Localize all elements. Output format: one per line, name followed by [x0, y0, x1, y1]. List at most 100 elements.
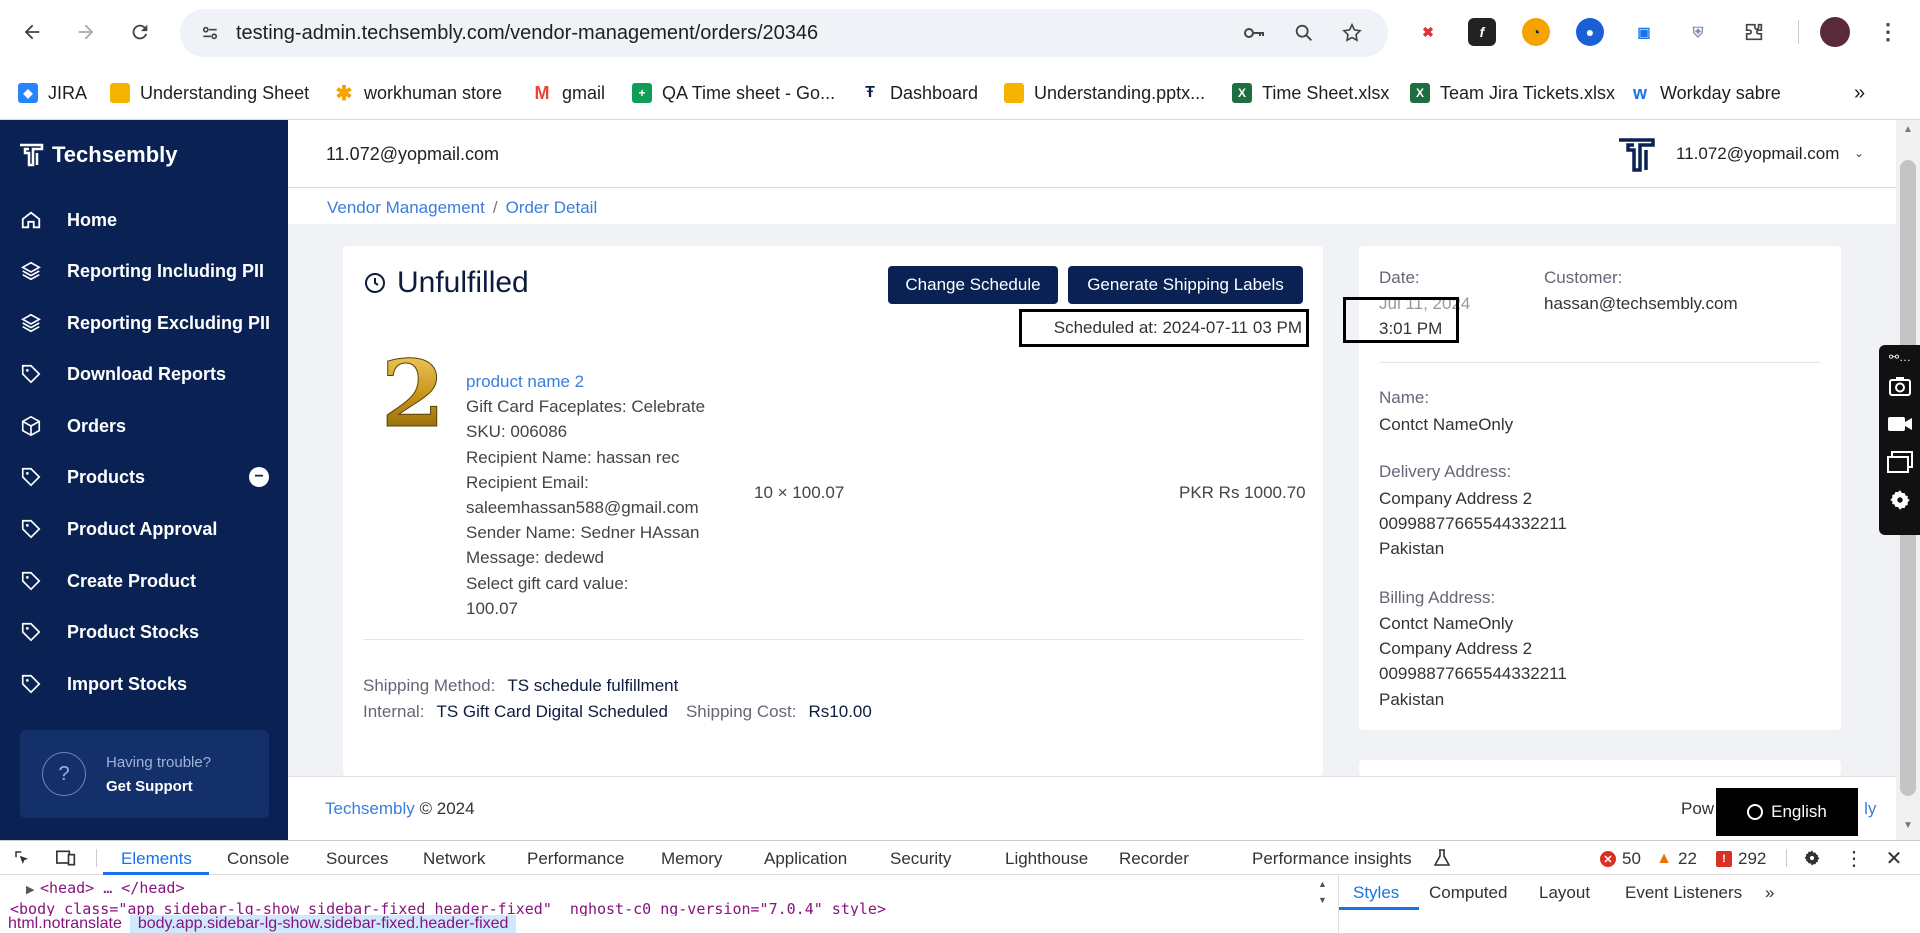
sidebar-item-reporting-including-pii[interactable]: Reporting Including PII — [0, 246, 288, 296]
devtools-menu-icon[interactable]: ⋮ — [1844, 848, 1864, 870]
back-icon[interactable] — [18, 18, 46, 46]
bookmark-star-icon[interactable] — [1340, 21, 1364, 45]
bookmark-dashboard[interactable]: Ŧ Dashboard — [860, 80, 978, 106]
chevron-down-icon[interactable]: ⌄ — [1854, 146, 1864, 160]
globe-icon — [1747, 804, 1764, 820]
error-count[interactable]: ✕ 50 — [1600, 849, 1641, 869]
tab-network[interactable]: Network — [423, 849, 485, 869]
scroll-up-icon[interactable]: ▲ — [1903, 124, 1913, 135]
extension-record-icon[interactable]: ▣ — [1630, 18, 1658, 46]
address-bar[interactable]: testing-admin.techsembly.com/vendor-mana… — [180, 9, 1388, 57]
more-tabs-icon[interactable]: » — [1765, 883, 1774, 903]
tab-memory[interactable]: Memory — [661, 849, 722, 869]
sidebar-item-orders[interactable]: Orders — [0, 401, 288, 451]
brand-logo[interactable]: Techsembly — [18, 142, 178, 168]
support-box[interactable]: ? Having trouble? Get Support — [20, 730, 269, 818]
site-settings-icon[interactable] — [198, 21, 222, 45]
sidebar-item-product-stocks[interactable]: Product Stocks — [0, 607, 288, 657]
dom-head-node[interactable]: <head> … </head> — [40, 879, 185, 897]
extension-fx-icon[interactable]: f — [1468, 18, 1496, 46]
jira-icon: ◆ — [18, 83, 38, 103]
camera-icon[interactable] — [1887, 373, 1913, 399]
sidebar-item-download-reports[interactable]: Download Reports — [0, 349, 288, 399]
tab-recorder[interactable]: Recorder — [1119, 849, 1189, 869]
tab-performance-insights[interactable]: Performance insights — [1252, 849, 1412, 869]
tab-application[interactable]: Application — [764, 849, 847, 869]
zoom-icon[interactable] — [1292, 21, 1316, 45]
inspect-element-icon[interactable] — [12, 848, 32, 868]
scroll-down-icon[interactable]: ▼ — [1903, 820, 1913, 831]
dom-body-node[interactable]: <body class="app sidebar-lg-show sidebar… — [10, 900, 1310, 916]
bookmark-qa-time-sheet[interactable]: + QA Time sheet - Go... — [632, 80, 835, 106]
language-selector[interactable]: English — [1716, 788, 1858, 836]
settings-gear-icon[interactable] — [1887, 487, 1913, 513]
customer-label: Customer: — [1544, 268, 1623, 287]
sidebar-item-create-product[interactable]: Create Product — [0, 556, 288, 606]
get-support-link[interactable]: Get Support — [106, 778, 193, 795]
tab-layout[interactable]: Layout — [1539, 883, 1590, 903]
more-options-icon[interactable]: ⚯… — [1887, 349, 1913, 365]
change-schedule-button[interactable]: Change Schedule — [888, 266, 1058, 304]
close-devtools-icon[interactable]: ✕ — [1884, 848, 1904, 870]
product-name-link[interactable]: product name 2 — [466, 369, 705, 394]
scroll-down-icon[interactable]: ▼ — [1318, 895, 1327, 905]
chrome-menu-icon[interactable]: ⋮ — [1874, 18, 1902, 46]
forward-icon[interactable] — [72, 18, 100, 46]
sidebar-item-reporting-excluding-pii[interactable]: Reporting Excluding PII — [0, 298, 288, 348]
extension-x-icon[interactable]: ✖ — [1414, 18, 1442, 46]
device-toolbar-icon[interactable] — [56, 848, 76, 868]
product-faceplate: Gift Card Faceplates: Celebrate — [466, 397, 706, 417]
tab-lighthouse[interactable]: Lighthouse — [1005, 849, 1088, 869]
crumb-body[interactable]: body.app.sidebar-lg-show.sidebar-fixed.h… — [129, 915, 517, 933]
tab-console[interactable]: Console — [227, 849, 289, 869]
scroll-up-icon[interactable]: ▲ — [1318, 879, 1327, 889]
more-bookmarks-icon[interactable]: » — [1854, 80, 1865, 106]
bookmark-understanding-pptx[interactable]: Understanding.pptx... — [1004, 80, 1205, 106]
extension-globe-icon[interactable]: ● — [1576, 18, 1604, 46]
crumb-html[interactable]: html.notranslate — [0, 915, 130, 933]
clock-icon — [365, 273, 385, 293]
name-label: Name: — [1379, 388, 1430, 407]
reload-icon[interactable] — [126, 18, 154, 46]
sidebar-item-import-stocks[interactable]: Import Stocks — [0, 659, 288, 709]
collapse-icon[interactable]: − — [249, 467, 269, 487]
expand-triangle-icon[interactable]: ▶ — [26, 883, 34, 896]
delivery-address-label: Delivery Address: — [1379, 462, 1512, 481]
tab-performance[interactable]: Performance — [527, 849, 624, 869]
devtools-settings-icon[interactable] — [1802, 848, 1822, 868]
sidebar-item-products[interactable]: Products − — [0, 452, 288, 502]
url-text[interactable]: testing-admin.techsembly.com/vendor-mana… — [236, 22, 818, 45]
warning-icon: ▲ — [1656, 850, 1672, 867]
sidebar-item-home[interactable]: Home — [0, 195, 288, 245]
password-key-icon[interactable] — [1242, 21, 1266, 45]
bookmark-understanding-sheet[interactable]: Understanding Sheet — [110, 80, 309, 106]
bookmark-time-sheet[interactable]: X Time Sheet.xlsx — [1232, 80, 1389, 106]
bookmarks-bar: ◆ JIRA Understanding Sheet ✱ workhuman sto… — [0, 66, 1920, 120]
footer-brand-link[interactable]: Techsembly — [325, 799, 415, 818]
tab-styles[interactable]: Styles — [1353, 883, 1399, 903]
extensions-puzzle-icon[interactable] — [1740, 18, 1768, 46]
extension-shield-icon[interactable]: ⛨ — [1684, 18, 1712, 46]
video-icon[interactable] — [1887, 411, 1913, 437]
user-menu-email[interactable]: 11.072@yopmail.com — [1676, 144, 1839, 164]
profile-avatar[interactable] — [1820, 17, 1850, 47]
warning-count[interactable]: ▲ 22 — [1656, 849, 1697, 869]
bookmark-workhuman-store[interactable]: ✱ workhuman store — [334, 80, 502, 106]
bookmark-jira[interactable]: ◆ JIRA — [18, 80, 87, 106]
bookmark-team-jira-tickets[interactable]: X Team Jira Tickets.xlsx — [1410, 80, 1615, 106]
tab-computed[interactable]: Computed — [1429, 883, 1507, 903]
breadcrumb: Vendor Management / Order Detail — [327, 198, 597, 218]
generate-shipping-labels-button[interactable]: Generate Shipping Labels — [1068, 266, 1303, 304]
tab-elements[interactable]: Elements — [121, 849, 192, 869]
tab-event-listeners[interactable]: Event Listeners — [1625, 883, 1742, 903]
bookmark-gmail[interactable]: Mgmail — [532, 80, 606, 106]
breadcrumb-order-detail[interactable]: Order Detail — [506, 198, 598, 217]
issues-count[interactable]: ! 292 — [1716, 849, 1766, 869]
sidebar-item-product-approval[interactable]: Product Approval — [0, 504, 288, 554]
window-icon[interactable] — [1887, 449, 1913, 475]
extension-gauge-icon[interactable]: ◔ — [1522, 18, 1550, 46]
breadcrumb-vendor-management[interactable]: Vendor Management — [327, 198, 485, 217]
tab-sources[interactable]: Sources — [326, 849, 388, 869]
tab-security[interactable]: Security — [890, 849, 951, 869]
bookmark-workday-sabre[interactable]: w Workday sabre — [1630, 80, 1781, 106]
